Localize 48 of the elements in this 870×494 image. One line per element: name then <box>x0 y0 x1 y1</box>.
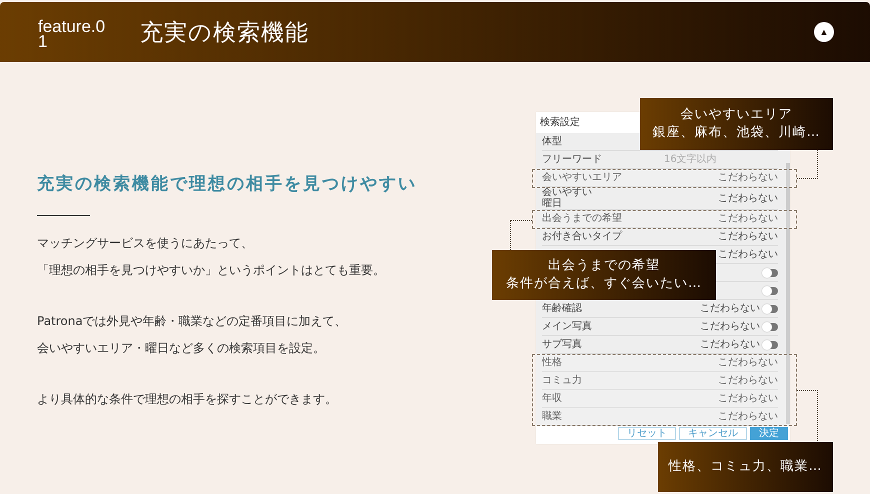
setting-label: 性格 <box>542 356 562 368</box>
toggle-switch[interactable] <box>764 268 778 276</box>
panel-button[interactable]: リセット <box>618 427 676 440</box>
setting-label: コミュ力 <box>542 374 582 386</box>
scrollbar[interactable] <box>786 163 790 424</box>
toggle-switch[interactable] <box>764 340 778 348</box>
setting-label: サブ写真 <box>542 338 582 350</box>
setting-value[interactable]: こだわらない <box>718 172 778 184</box>
setting-value[interactable]: こだわらない <box>718 212 778 224</box>
setting-value[interactable]: こだわらない <box>718 230 778 242</box>
section-title: 充実の検索機能 <box>140 18 310 48</box>
setting-label: 曜日 <box>542 198 563 209</box>
setting-value[interactable]: こだわらない <box>718 374 778 386</box>
setting-value[interactable]: こだわらない <box>718 192 778 204</box>
callout-text: 条件が合えば、すぐ会いたい… <box>506 275 702 293</box>
callout-title: 会いやすいエリア <box>680 106 792 124</box>
setting-label: 職業 <box>542 410 562 422</box>
feature-label: feature.01 <box>38 19 106 49</box>
setting-value[interactable]: こだわらない <box>718 410 778 422</box>
callout-text: 銀座、麻布、池袋、川崎… <box>652 124 820 142</box>
description-paragraph: マッチングサービスを使うにあたって、 「理想の相手を見つけやすいか」というポイントはとても重要。 <box>37 235 386 279</box>
toggle-switch[interactable] <box>764 322 778 330</box>
setting-value[interactable]: こだわらない <box>700 338 760 350</box>
toggle-switch[interactable] <box>764 304 778 312</box>
setting-value[interactable]: こだわらない <box>718 248 778 260</box>
panel-title: 検索設定 <box>539 116 580 130</box>
setting-label: お付き合いタイプ <box>542 230 622 242</box>
description-paragraph: Patronaでは外見や年齢・職業などの定番項目に加えて、 会いやすいエリア・曜日など多くの検索項目を設定。 <box>37 313 348 357</box>
setting-label: 会いやすいエリア <box>542 172 622 184</box>
setting-label: メイン写真 <box>542 320 592 332</box>
panel-button[interactable]: キャンセル <box>679 427 747 440</box>
setting-value[interactable]: こだわらない <box>718 392 778 404</box>
setting-label: 会いやすい <box>542 187 592 198</box>
setting-label: 体型 <box>542 136 562 148</box>
feature-heading: 充実の検索機能で理想の相手を見つけやすい <box>37 173 418 195</box>
setting-label: フリーワード <box>542 154 602 166</box>
description-paragraph: より具体的な条件で理想の相手を探すことができます。 <box>37 391 338 408</box>
leader-line <box>797 390 818 441</box>
collapse-button[interactable]: ▲ <box>814 22 834 42</box>
callout-title: 出会うまでの希望 <box>548 257 660 275</box>
setting-value[interactable]: こだわらない <box>700 302 760 314</box>
toggle-switch[interactable] <box>764 286 778 294</box>
callout-text: 性格、コミュ力、職業… <box>668 458 822 476</box>
setting-value[interactable]: こだわらない <box>718 356 778 368</box>
setting-value[interactable]: こだわらない <box>700 320 760 332</box>
setting-label: 年収 <box>542 392 562 404</box>
setting-label: 出会うまでの希望 <box>542 212 622 224</box>
setting-label: 年齢確認 <box>542 302 582 314</box>
